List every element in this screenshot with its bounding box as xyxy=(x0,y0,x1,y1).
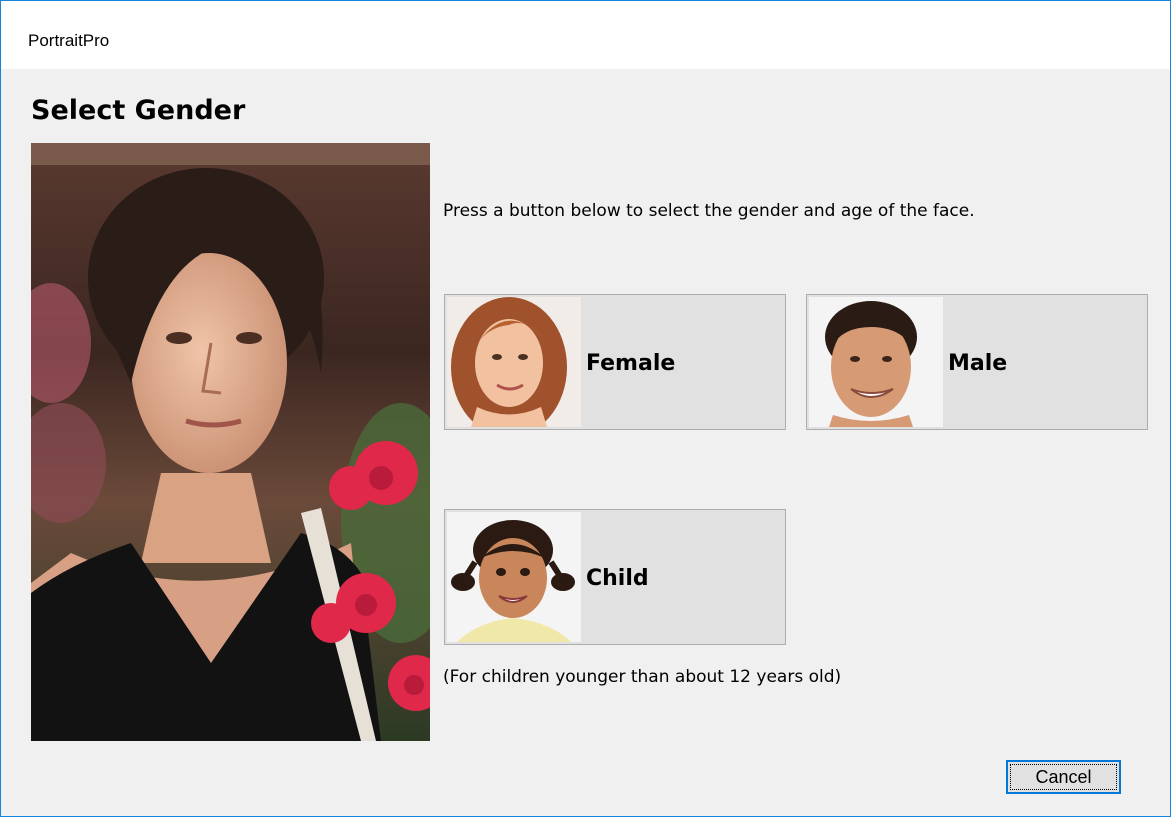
page-title: Select Gender xyxy=(31,95,246,126)
female-face-thumbnail xyxy=(447,297,581,427)
instruction-text: Press a button below to select the gende… xyxy=(443,201,975,221)
window-title: PortraitPro xyxy=(28,31,110,50)
portrait-photo xyxy=(31,143,430,741)
child-button[interactable]: Child xyxy=(444,509,786,645)
female-label: Female xyxy=(586,351,676,376)
title-bar[interactable]: PortraitPro xyxy=(1,1,1170,69)
male-button[interactable]: Male xyxy=(806,294,1148,430)
male-label: Male xyxy=(948,351,1008,376)
child-face-thumbnail xyxy=(447,512,581,642)
male-face-thumbnail xyxy=(809,297,943,427)
child-label: Child xyxy=(586,566,649,591)
female-button[interactable]: Female xyxy=(444,294,786,430)
dialog-window: PortraitPro Select Gender Press a button… xyxy=(0,0,1171,817)
cancel-button[interactable]: Cancel xyxy=(1006,760,1121,794)
child-age-note: (For children younger than about 12 year… xyxy=(443,667,842,687)
